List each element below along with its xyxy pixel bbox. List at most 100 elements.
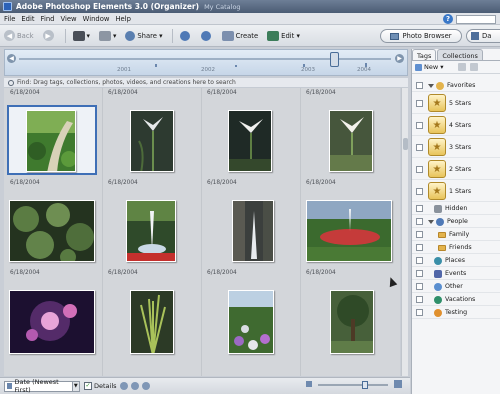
photo-thumbnail[interactable] — [329, 110, 373, 172]
tag-checkbox[interactable] — [416, 187, 423, 195]
tag-category-testing[interactable]: Testing — [412, 307, 500, 319]
flower-photo — [131, 111, 173, 171]
toolbar-divider — [64, 28, 66, 43]
edit-tag-icon[interactable] — [457, 63, 466, 71]
tag-label: Favorites — [447, 82, 476, 89]
rotate-right-icon[interactable] — [130, 382, 139, 390]
tag-checkbox[interactable] — [416, 165, 423, 173]
toolbar: ◀ Back ▶ ▾ ▾ Share ▾ Create Edit ▾ Photo… — [0, 25, 500, 47]
back-button[interactable]: ◀ Back — [4, 30, 34, 41]
play-icon[interactable] — [141, 382, 150, 390]
share-button[interactable]: Share ▾ — [125, 30, 163, 41]
edit-photo-icon — [267, 30, 280, 41]
timeline[interactable]: ◀ 2001 2002 2003 2004 ▶ — [4, 49, 408, 76]
menu-view[interactable]: View — [60, 15, 76, 23]
expand-triangle-icon[interactable] — [428, 83, 434, 88]
tag-checkbox[interactable] — [416, 218, 423, 225]
tag-checkbox[interactable] — [416, 309, 423, 316]
tag-category-vacations[interactable]: Vacations — [412, 294, 500, 306]
tag-checkbox[interactable] — [416, 143, 423, 151]
tag-category-hidden[interactable]: Hidden — [412, 203, 500, 215]
photo-thumbnail[interactable] — [232, 200, 274, 262]
tag-item-friends[interactable]: Friends — [412, 242, 500, 254]
tag-checkbox[interactable] — [416, 257, 423, 264]
tag-checkbox[interactable] — [416, 283, 423, 290]
photo-thumbnail[interactable] — [9, 200, 95, 262]
menu-file[interactable]: File — [4, 15, 15, 23]
tag-checkbox[interactable] — [416, 244, 423, 251]
tab-tags[interactable]: Tags — [412, 49, 437, 60]
print-button[interactable]: ▾ — [98, 30, 116, 41]
hidden-icon — [434, 204, 442, 213]
sort-order-select[interactable]: Date (Newest First) ▼ — [4, 378, 80, 394]
menu-help[interactable]: Help — [115, 15, 131, 23]
photo-thumbnail[interactable] — [130, 110, 174, 172]
date-view-button[interactable]: Da — [466, 29, 500, 43]
tag-item-3-stars[interactable]: ★ 3 Stars — [412, 137, 500, 158]
menu-edit[interactable]: Edit — [21, 15, 34, 23]
tag-category-other[interactable]: Other — [412, 281, 500, 293]
photo-browser-button[interactable]: Photo Browser — [380, 29, 462, 43]
menu-find[interactable]: Find — [41, 15, 55, 23]
tag-label: Friends — [449, 244, 472, 251]
timeline-left-arrow-icon[interactable]: ◀ — [7, 54, 16, 63]
photo-thumbnail[interactable] — [228, 290, 274, 354]
tag-category-places[interactable]: Places — [412, 255, 500, 267]
tag-checkbox[interactable] — [416, 270, 423, 277]
create-button[interactable]: Create — [221, 30, 258, 41]
tag-item-5-stars[interactable]: ★ 5 Stars — [412, 93, 500, 114]
find-bar[interactable]: Find: Drag tags, collections, photos, vi… — [4, 78, 408, 88]
app-title: Adobe Photoshop Elements 3.0 (Organizer) — [16, 2, 200, 11]
photo-thumbnail[interactable] — [26, 110, 76, 172]
forward-button[interactable]: ▶ — [42, 30, 56, 41]
new-tag-button[interactable]: New — [424, 63, 438, 71]
timeline-handle[interactable] — [330, 52, 339, 67]
tag-checkbox[interactable] — [416, 99, 423, 107]
catalog-name: My Catalog — [204, 2, 241, 11]
rotate-right-button[interactable] — [200, 30, 213, 41]
thumbnail-size-slider[interactable] — [318, 381, 388, 389]
help-button[interactable]: ? — [443, 14, 453, 24]
delete-tag-icon[interactable] — [469, 63, 478, 71]
photo-grid: 6/18/2004 6/18/2004 6/18/2004 6/18/2004 … — [4, 88, 400, 376]
rotate-left-icon[interactable] — [119, 382, 128, 390]
tag-category-favorites[interactable]: Favorites — [412, 80, 500, 92]
find-icon — [8, 79, 14, 86]
photo-thumbnail[interactable] — [126, 200, 176, 262]
tag-checkbox[interactable] — [416, 205, 423, 212]
tab-collections[interactable]: Collections — [437, 49, 483, 60]
tag-checkbox[interactable] — [416, 296, 423, 303]
photo-thumbnail[interactable] — [9, 290, 95, 354]
tag-item-2-stars[interactable]: ★ 2 Stars — [412, 159, 500, 180]
expand-triangle-icon[interactable] — [428, 219, 434, 224]
forward-arrow-icon: ▶ — [42, 30, 54, 41]
details-checkbox[interactable]: ✓ — [84, 382, 92, 390]
tag-checkbox[interactable] — [416, 121, 423, 129]
tag-item-1-stars[interactable]: ★ 1 Stars — [412, 181, 500, 202]
edit-button[interactable]: Edit ▾ — [267, 30, 300, 41]
tag-category-events[interactable]: Events — [412, 268, 500, 280]
printer-icon — [98, 30, 111, 41]
tag-checkbox[interactable] — [416, 231, 423, 238]
menu-window[interactable]: Window — [83, 15, 110, 23]
timeline-right-arrow-icon[interactable]: ▶ — [395, 54, 404, 63]
star-icon: ★ — [428, 182, 446, 200]
tag-category-people[interactable]: People — [412, 216, 500, 228]
slider-knob[interactable] — [362, 381, 368, 389]
sort-order-value: Date (Newest First) — [14, 378, 59, 394]
photo-thumbnail[interactable] — [130, 290, 174, 354]
get-photos-button[interactable]: ▾ — [72, 30, 90, 41]
tag-label: 4 Stars — [449, 121, 472, 129]
zoom-in-icon[interactable] — [394, 380, 402, 388]
photo-grid-scrollbar[interactable] — [401, 88, 408, 376]
tag-checkbox[interactable] — [416, 82, 423, 89]
tag-item-4-stars[interactable]: ★ 4 Stars — [412, 115, 500, 136]
scrollbar-thumb[interactable] — [403, 138, 408, 150]
rotate-left-button[interactable] — [179, 30, 192, 41]
help-search-input[interactable] — [456, 14, 496, 24]
photo-thumbnail[interactable] — [330, 290, 374, 354]
zoom-out-icon[interactable] — [306, 381, 312, 387]
photo-thumbnail[interactable] — [306, 200, 392, 262]
photo-thumbnail[interactable] — [228, 110, 272, 172]
tag-item-family[interactable]: Family — [412, 229, 500, 241]
